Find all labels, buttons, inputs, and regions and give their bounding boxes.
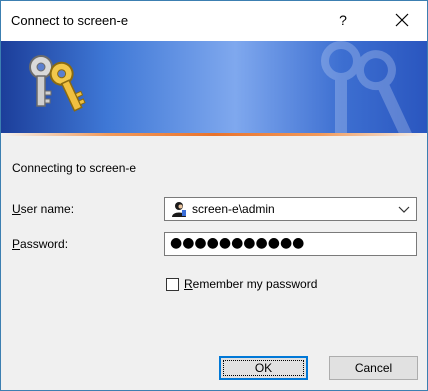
title-bar: Connect to screen-e ? [1,1,427,41]
connecting-status: Connecting to screen-e [12,161,137,175]
focus-rectangle [223,360,304,376]
remember-label-text: emember my password [192,277,318,291]
remember-password-label[interactable]: Remember my password [184,277,317,291]
remember-password-checkbox[interactable] [166,278,179,291]
password-label-accesskey: P [12,237,21,251]
chevron-down-icon[interactable] [398,204,410,214]
help-button[interactable]: ? [333,9,353,31]
user-icon [172,202,186,217]
password-label-text: assword: [20,237,69,251]
window-title: Connect to screen-e [11,13,129,28]
username-label-text: ser name: [20,202,75,216]
password-label: Password: [12,237,68,251]
username-label: User name: [12,202,74,216]
close-icon [395,13,409,27]
username-label-accesskey: U [12,202,21,216]
keys-icon [29,55,86,112]
credential-dialog: Connect to screen-e ? Connecting to scre… [0,0,428,391]
keys-watermark-icon [321,41,413,133]
username-value: screen-e\admin [192,202,275,216]
banner-accent-bar [1,133,427,136]
remember-label-accesskey: R [184,277,193,291]
username-combobox[interactable]: screen-e\admin [164,197,417,221]
cancel-button[interactable]: Cancel [329,356,418,380]
password-field[interactable]: ●●●●●●●●●●● [164,232,417,256]
password-masked-value: ●●●●●●●●●●● [170,235,305,251]
banner [1,41,427,133]
close-button[interactable] [389,7,415,33]
ok-button[interactable]: OK [219,356,308,380]
